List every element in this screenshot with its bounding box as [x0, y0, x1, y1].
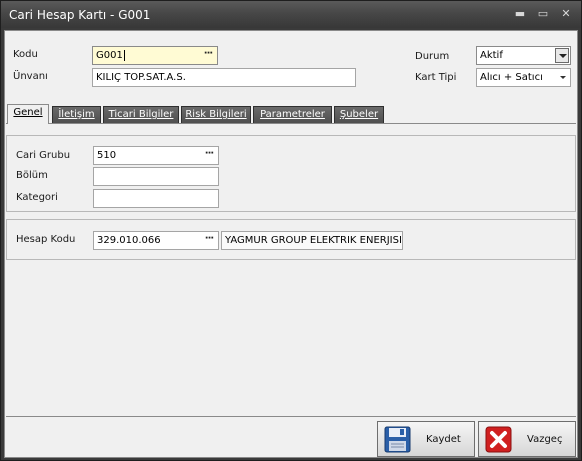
cari-grup-group: Cari Grubu 510 ··· Bölüm Kategori	[6, 135, 576, 212]
kod-value: G001	[96, 50, 123, 61]
unvan-value: KILIÇ TOP.SAT.A.S.	[96, 72, 186, 83]
tab-iletisim[interactable]: İletişim	[52, 106, 101, 123]
save-button-label: Kaydet	[426, 434, 461, 445]
unvan-label: Ünvanı	[13, 71, 48, 82]
unvan-field[interactable]: KILIÇ TOP.SAT.A.S.	[92, 68, 356, 87]
hesap-kodu-value: 329.010.066	[97, 235, 161, 246]
kod-field[interactable]: G001 ···	[92, 46, 218, 65]
cari-grubu-lookup-button[interactable]: ···	[202, 147, 216, 164]
cancel-button-label: Vazgeç	[527, 434, 563, 445]
button-bar: Kaydet Vazgeç	[6, 416, 576, 457]
minimize-icon[interactable]: ▬	[511, 6, 529, 22]
kart-tipi-select[interactable]: Alıcı + Satıcı	[476, 68, 571, 87]
bolum-label: Bölüm	[16, 170, 48, 181]
form-client-area: Kodu G001 ··· Ünvanı KILIÇ TOP.SAT.A.S. …	[4, 30, 578, 458]
cari-hesap-window: Cari Hesap Kartı - G001 ▬ ▭ ✕ Kodu G001 …	[0, 0, 582, 461]
close-icon[interactable]: ✕	[557, 6, 575, 22]
durum-label: Durum	[415, 51, 450, 62]
cari-grubu-field[interactable]: 510 ···	[93, 146, 219, 165]
cari-grubu-value: 510	[97, 150, 117, 161]
title-bar[interactable]: Cari Hesap Kartı - G001 ▬ ▭ ✕	[1, 1, 581, 28]
save-button[interactable]: Kaydet	[377, 421, 475, 457]
red-x-icon	[485, 426, 512, 453]
kart-tipi-value: Alıcı + Satıcı	[480, 72, 543, 83]
hesap-kodu-field[interactable]: 329.010.066 ···	[93, 231, 219, 250]
tab-parametreler[interactable]: Parametreler	[253, 106, 332, 123]
durum-select[interactable]: Aktif	[476, 46, 571, 65]
floppy-disk-icon	[384, 426, 411, 453]
kategori-field[interactable]	[93, 189, 219, 208]
chevron-down-icon[interactable]	[560, 76, 566, 79]
chevron-down-icon[interactable]	[555, 48, 569, 63]
kategori-label: Kategori	[16, 192, 58, 203]
hesap-kodu-lookup-button[interactable]: ···	[202, 232, 216, 249]
cari-grubu-label: Cari Grubu	[16, 150, 71, 161]
tab-genel-panel: Cari Grubu 510 ··· Bölüm Kategori Hesap …	[6, 123, 576, 416]
bolum-field[interactable]	[93, 167, 219, 186]
hesap-adi-field: YAGMUR GROUP ELEKTRIK ENERJISI	[221, 231, 403, 250]
hesap-kodu-label: Hesap Kodu	[16, 234, 76, 245]
hesap-adi-value: YAGMUR GROUP ELEKTRIK ENERJISI	[225, 235, 402, 246]
kod-lookup-button[interactable]: ···	[201, 47, 215, 64]
tab-ticari-bilgiler[interactable]: Ticari Bilgiler	[103, 106, 179, 123]
durum-value: Aktif	[480, 50, 503, 61]
tab-genel[interactable]: Genel	[7, 104, 49, 124]
kart-tipi-label: Kart Tipi	[415, 72, 457, 83]
tab-subeler[interactable]: Şubeler	[334, 106, 384, 123]
hesap-kodu-group: Hesap Kodu 329.010.066 ··· YAGMUR GROUP …	[6, 219, 576, 260]
tab-risk-bilgileri[interactable]: Risk Bilgileri	[181, 106, 251, 123]
cancel-button[interactable]: Vazgeç	[478, 421, 576, 457]
kod-label: Kodu	[13, 49, 38, 60]
window-title: Cari Hesap Kartı - G001	[9, 8, 151, 22]
maximize-icon[interactable]: ▭	[534, 6, 552, 22]
